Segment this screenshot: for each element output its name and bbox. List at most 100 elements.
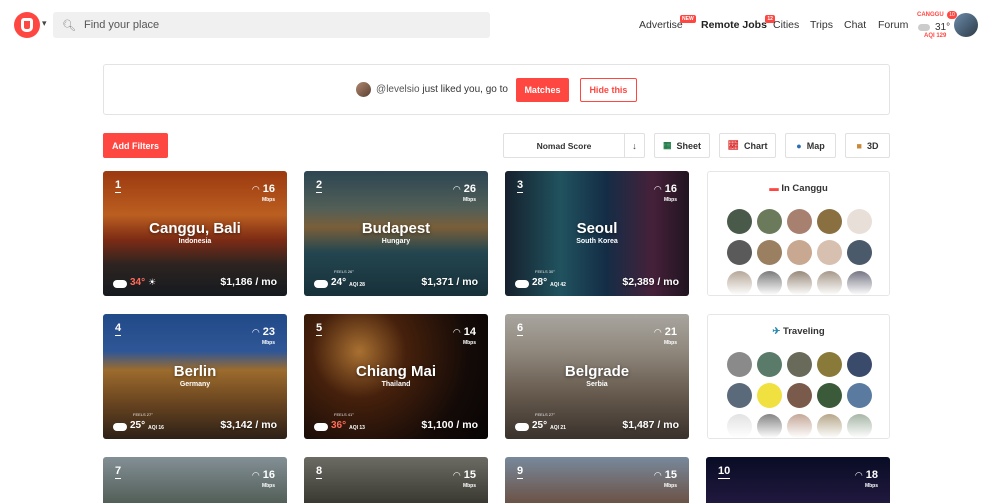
city-rank: 1 bbox=[115, 179, 122, 193]
wifi-icon: ◠ bbox=[653, 470, 662, 480]
sort-select[interactable]: Nomad Score ↓ bbox=[503, 133, 645, 158]
city-price: $1,186 / mo bbox=[220, 276, 277, 288]
city-card-canggu[interactable]: 1 ◠ 16 Mbps Canggu, Bali Indonesia 34° ☀ $1… bbox=[103, 171, 287, 296]
member-avatar[interactable] bbox=[817, 209, 842, 234]
city-country: Thailand bbox=[381, 381, 411, 388]
chart-icon: 📈︎ bbox=[727, 140, 739, 150]
map-button[interactable]: ● Map bbox=[785, 133, 836, 158]
wifi-icon: ◠ bbox=[653, 327, 662, 337]
city-card-budapest[interactable]: 2 ◠ 26 Mbps Budapest Hungary FEELS 26° 24°… bbox=[304, 171, 488, 296]
nav-remote-jobs-label[interactable]: Remote Jobs bbox=[701, 19, 767, 31]
member-avatar[interactable] bbox=[757, 352, 782, 377]
nav-advertise[interactable]: Advertise NEW bbox=[639, 15, 696, 31]
member-avatar[interactable] bbox=[847, 352, 872, 377]
wifi-speed: ◠ 26 Mbps bbox=[452, 183, 476, 203]
hide-this-button[interactable]: Hide this bbox=[579, 77, 637, 102]
member-avatar[interactable] bbox=[727, 209, 752, 234]
city-card-10[interactable]: 10 ◠ 18 Mbps bbox=[706, 457, 890, 503]
user-avatar[interactable] bbox=[954, 13, 978, 37]
wifi-speed: ◠ 23 Mbps bbox=[251, 326, 275, 346]
member-avatar[interactable] bbox=[787, 209, 812, 234]
city-card-9[interactable]: 9 ◠ 15 Mbps bbox=[505, 457, 689, 503]
city-card-7[interactable]: 7 ◠ 16 Mbps bbox=[103, 457, 287, 503]
city-price: $3,142 / mo bbox=[220, 419, 277, 431]
current-city[interactable]: CANGGU bbox=[917, 12, 944, 18]
member-avatar[interactable] bbox=[727, 383, 752, 408]
city-card-seoul[interactable]: 3 ◠ 16 Mbps Seoul South Korea FEELS 30° 28… bbox=[505, 171, 689, 296]
wifi-icon: ◠ bbox=[854, 470, 863, 480]
city-aqi: AQI 13 bbox=[349, 425, 365, 431]
member-avatar[interactable] bbox=[787, 352, 812, 377]
panel-title: Traveling bbox=[782, 326, 825, 337]
wifi-speed: ◠ 16 Mbps bbox=[251, 469, 275, 489]
search-bar[interactable]: 🔍︎ bbox=[53, 12, 490, 38]
city-aqi: AQI 42 bbox=[550, 282, 566, 288]
like-notification: @levelsio just liked you, go to Matches … bbox=[103, 64, 890, 115]
member-avatar[interactable] bbox=[727, 240, 752, 265]
sun-icon: ☀ bbox=[148, 277, 157, 287]
member-avatar[interactable] bbox=[817, 383, 842, 408]
matches-button[interactable]: Matches bbox=[515, 77, 569, 102]
panel-title: In Canggu bbox=[781, 183, 828, 194]
chart-button[interactable]: 📈︎ Chart bbox=[719, 133, 776, 158]
city-name: Chiang Mai bbox=[355, 363, 436, 380]
wifi-speed: ◠ 15 Mbps bbox=[653, 469, 677, 489]
nav-trips[interactable]: Trips bbox=[810, 19, 833, 31]
cloud-icon bbox=[918, 24, 930, 31]
city-country: Serbia bbox=[586, 381, 608, 388]
in-canggu-panel: ▬ In Canggu bbox=[707, 171, 890, 296]
member-avatar[interactable] bbox=[727, 352, 752, 377]
nomadlist-logo[interactable] bbox=[14, 12, 40, 38]
liker-avatar[interactable] bbox=[356, 82, 372, 97]
city-card-chiang-mai[interactable]: 5 ◠ 14 Mbps Chiang Mai Thailand FEELS 41° … bbox=[304, 314, 488, 439]
nav-advertise-label[interactable]: Advertise bbox=[639, 19, 683, 31]
city-temp: 25° bbox=[532, 420, 548, 431]
search-input[interactable] bbox=[83, 19, 464, 31]
feels-like: FEELS 27° bbox=[133, 412, 153, 417]
add-filters-button[interactable]: Add Filters bbox=[103, 133, 168, 158]
feels-like: FEELS 30° bbox=[535, 269, 555, 274]
city-card-belgrade[interactable]: 6 ◠ 21 Mbps Belgrade Serbia FEELS 27° 25° A… bbox=[505, 314, 689, 439]
member-avatar[interactable] bbox=[847, 209, 872, 234]
member-avatar[interactable] bbox=[847, 240, 872, 265]
city-name: Berlin bbox=[173, 363, 217, 380]
city-card-berlin[interactable]: 4 ◠ 23 Mbps Berlin Germany FEELS 27° 25° AQ… bbox=[103, 314, 287, 439]
3d-button[interactable]: ■ 3D bbox=[845, 133, 890, 158]
wifi-speed: ◠ 14 Mbps bbox=[452, 326, 476, 346]
member-avatar[interactable] bbox=[757, 383, 782, 408]
member-avatar[interactable] bbox=[787, 383, 812, 408]
sheet-button[interactable]: ▦ Sheet bbox=[654, 133, 710, 158]
city-rank: 10 bbox=[718, 465, 731, 479]
member-avatar[interactable] bbox=[757, 240, 782, 265]
liker-username[interactable]: @levelsio bbox=[376, 84, 420, 95]
notification-text: just liked you, go to bbox=[422, 84, 508, 95]
sort-direction-icon[interactable]: ↓ bbox=[624, 134, 644, 157]
wifi-speed: ◠ 15 Mbps bbox=[452, 469, 476, 489]
city-country: Hungary bbox=[381, 238, 411, 245]
cloud-icon bbox=[113, 423, 127, 431]
member-avatar[interactable] bbox=[787, 240, 812, 265]
member-avatar[interactable] bbox=[817, 240, 842, 265]
nav-cities[interactable]: Cities bbox=[773, 19, 799, 31]
city-card-8[interactable]: 8 ◠ 15 Mbps bbox=[304, 457, 488, 503]
city-rank: 5 bbox=[316, 322, 323, 336]
cube-icon: ■ bbox=[856, 140, 862, 151]
member-avatar[interactable] bbox=[817, 352, 842, 377]
nav-chat[interactable]: Chat bbox=[844, 19, 866, 31]
city-temp: 36° bbox=[331, 420, 347, 431]
feels-like: FEELS 27° bbox=[535, 412, 555, 417]
city-rank: 9 bbox=[517, 465, 524, 479]
nav-remote-jobs[interactable]: Remote Jobs 12 bbox=[701, 15, 775, 31]
wifi-speed: ◠ 16 Mbps bbox=[653, 183, 677, 203]
nav-forum[interactable]: Forum bbox=[878, 19, 908, 31]
sort-label[interactable]: Nomad Score bbox=[504, 141, 624, 151]
member-avatar[interactable] bbox=[757, 209, 782, 234]
rain-cloud-icon bbox=[314, 280, 328, 288]
city-name: Canggu, Bali bbox=[149, 220, 241, 237]
feels-like: FEELS 26° bbox=[334, 269, 354, 274]
chevron-down-icon[interactable]: ▾ bbox=[42, 18, 47, 29]
globe-icon: ● bbox=[796, 140, 802, 151]
member-avatar[interactable] bbox=[847, 383, 872, 408]
current-aqi: AQI 129 bbox=[924, 33, 947, 39]
wifi-icon: ◠ bbox=[452, 470, 461, 480]
